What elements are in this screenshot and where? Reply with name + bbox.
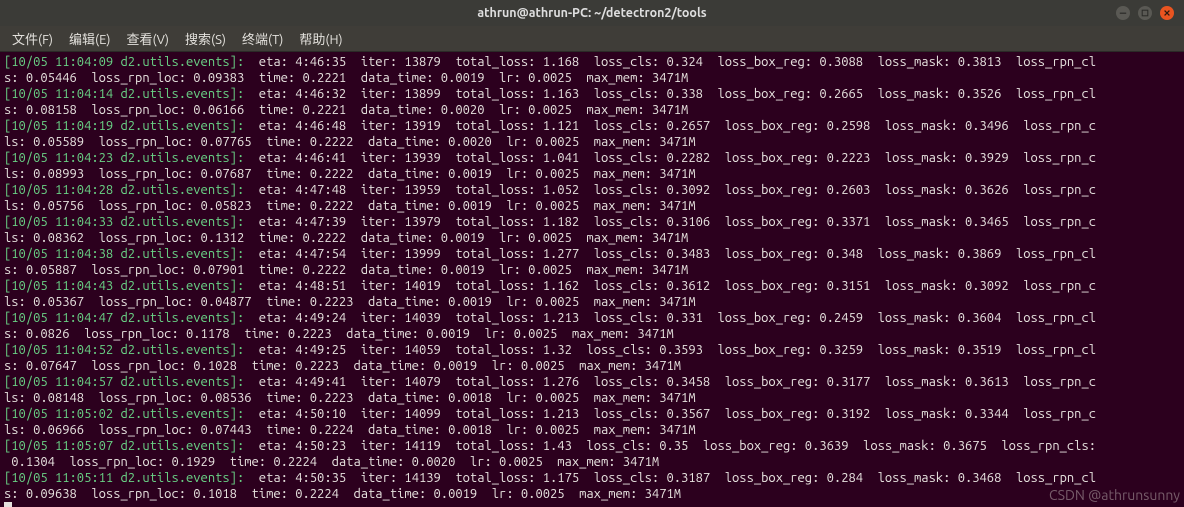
menu-file[interactable]: 文件(F): [6, 27, 59, 50]
log-line: [10/05 11:04:47 d2.utils.events]: eta: 4…: [4, 310, 1180, 326]
log-timestamp: [10/05 11:05:07 d2.utils.events]:: [4, 439, 244, 453]
input-caret-line: [4, 502, 1180, 507]
maximize-button[interactable]: [1138, 6, 1152, 20]
log-continuation: s: 0.08158 loss_rpn_loc: 0.06166 time: 0…: [4, 102, 1180, 118]
log-line: [10/05 11:05:02 d2.utils.events]: eta: 4…: [4, 406, 1180, 422]
log-line: [10/05 11:05:07 d2.utils.events]: eta: 4…: [4, 438, 1180, 454]
log-line: [10/05 11:04:09 d2.utils.events]: eta: 4…: [4, 54, 1180, 70]
menu-view[interactable]: 查看(V): [121, 27, 175, 50]
menu-search[interactable]: 搜索(S): [179, 27, 232, 50]
log-line: [10/05 11:04:33 d2.utils.events]: eta: 4…: [4, 214, 1180, 230]
log-timestamp: [10/05 11:04:14 d2.utils.events]:: [4, 87, 244, 101]
log-line: [10/05 11:04:52 d2.utils.events]: eta: 4…: [4, 342, 1180, 358]
log-timestamp: [10/05 11:04:38 d2.utils.events]:: [4, 247, 244, 261]
log-timestamp: [10/05 11:05:02 d2.utils.events]:: [4, 407, 244, 421]
log-continuation: s: 0.0826 loss_rpn_loc: 0.1178 time: 0.2…: [4, 326, 1180, 342]
log-continuation: s: 0.07647 loss_rpn_loc: 0.1028 time: 0.…: [4, 358, 1180, 374]
log-continuation: ls: 0.08362 loss_rpn_loc: 0.1312 time: 0…: [4, 230, 1180, 246]
log-line: [10/05 11:04:23 d2.utils.events]: eta: 4…: [4, 150, 1180, 166]
log-continuation: ls: 0.05589 loss_rpn_loc: 0.07765 time: …: [4, 134, 1180, 150]
log-timestamp: [10/05 11:04:28 d2.utils.events]:: [4, 183, 244, 197]
close-button[interactable]: [1160, 6, 1174, 20]
log-line: [10/05 11:04:57 d2.utils.events]: eta: 4…: [4, 374, 1180, 390]
log-continuation: ls: 0.05367 loss_rpn_loc: 0.04877 time: …: [4, 294, 1180, 310]
menu-edit[interactable]: 编辑(E): [63, 27, 116, 50]
log-timestamp: [10/05 11:04:09 d2.utils.events]:: [4, 55, 244, 69]
log-continuation: ls: 0.08993 loss_rpn_loc: 0.07687 time: …: [4, 166, 1180, 182]
menu-terminal[interactable]: 终端(T): [236, 27, 289, 50]
log-line: [10/05 11:04:14 d2.utils.events]: eta: 4…: [4, 86, 1180, 102]
caret: [4, 502, 12, 507]
window-controls: [1116, 6, 1174, 20]
log-line: [10/05 11:04:19 d2.utils.events]: eta: 4…: [4, 118, 1180, 134]
menubar: 文件(F) 编辑(E) 查看(V) 搜索(S) 终端(T) 帮助(H): [0, 26, 1184, 52]
menu-help[interactable]: 帮助(H): [293, 27, 348, 50]
log-timestamp: [10/05 11:04:47 d2.utils.events]:: [4, 311, 244, 325]
terminal-output[interactable]: [10/05 11:04:09 d2.utils.events]: eta: 4…: [0, 52, 1184, 507]
log-timestamp: [10/05 11:04:19 d2.utils.events]:: [4, 119, 244, 133]
minimize-button[interactable]: [1116, 6, 1130, 20]
log-timestamp: [10/05 11:04:33 d2.utils.events]:: [4, 215, 244, 229]
log-continuation: ls: 0.08148 loss_rpn_loc: 0.08536 time: …: [4, 390, 1180, 406]
log-continuation: s: 0.05446 loss_rpn_loc: 0.09383 time: 0…: [4, 70, 1180, 86]
log-line: [10/05 11:05:11 d2.utils.events]: eta: 4…: [4, 470, 1180, 486]
window-title: athrun@athrun-PC: ~/detectron2/tools: [477, 6, 706, 20]
log-continuation: s: 0.05887 loss_rpn_loc: 0.07901 time: 0…: [4, 262, 1180, 278]
log-continuation: 0.1304 loss_rpn_loc: 0.1929 time: 0.2224…: [4, 454, 1180, 470]
log-timestamp: [10/05 11:04:23 d2.utils.events]:: [4, 151, 244, 165]
log-timestamp: [10/05 11:04:57 d2.utils.events]:: [4, 375, 244, 389]
titlebar: athrun@athrun-PC: ~/detectron2/tools: [0, 0, 1184, 26]
log-continuation: ls: 0.05756 loss_rpn_loc: 0.05823 time: …: [4, 198, 1180, 214]
log-timestamp: [10/05 11:04:52 d2.utils.events]:: [4, 343, 244, 357]
log-line: [10/05 11:04:38 d2.utils.events]: eta: 4…: [4, 246, 1180, 262]
log-line: [10/05 11:04:43 d2.utils.events]: eta: 4…: [4, 278, 1180, 294]
log-continuation: s: 0.09638 loss_rpn_loc: 0.1018 time: 0.…: [4, 486, 1180, 502]
log-timestamp: [10/05 11:04:43 d2.utils.events]:: [4, 279, 244, 293]
log-line: [10/05 11:04:28 d2.utils.events]: eta: 4…: [4, 182, 1180, 198]
log-timestamp: [10/05 11:05:11 d2.utils.events]:: [4, 471, 244, 485]
log-continuation: ls: 0.06966 loss_rpn_loc: 0.07443 time: …: [4, 422, 1180, 438]
